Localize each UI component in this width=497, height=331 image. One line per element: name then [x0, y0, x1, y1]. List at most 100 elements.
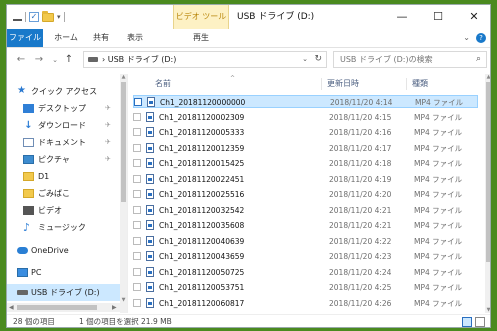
quick-access-toolbar: ✓ ▾ [13, 10, 65, 23]
tab-home[interactable]: ホーム [51, 29, 81, 47]
row-checkbox[interactable] [133, 174, 141, 183]
file-date: 2018/11/20 4:19 [329, 174, 392, 184]
back-button[interactable]: ← [15, 53, 27, 67]
scroll-down-arrow-icon[interactable]: ▼ [120, 297, 127, 303]
column-header-name[interactable]: 名前 [155, 74, 171, 94]
hscroll-thumb[interactable] [17, 305, 97, 310]
file-row[interactable]: Ch1_20181120060817 2018/11/20 4:26 MP4 ファイ… [133, 297, 478, 310]
tab-share[interactable]: 共有 [87, 29, 115, 47]
scroll-down-arrow-icon[interactable]: ▼ [485, 307, 490, 313]
file-type: MP4 ファイル [414, 221, 463, 230]
tab-file[interactable]: ファイル [7, 29, 43, 47]
scroll-up-arrow-icon[interactable]: ▲ [120, 74, 127, 80]
new-folder-icon[interactable] [42, 10, 54, 22]
address-bar[interactable]: › USB ドライブ (D:) ⌄ ↻ [83, 51, 327, 68]
nav-item-videos[interactable]: ビデオ [7, 202, 127, 219]
item-count: 28 個の項目 [13, 317, 55, 326]
scroll-left-arrow-icon[interactable]: ◀ [9, 303, 14, 312]
nav-item-label: ミュージック [38, 223, 86, 232]
file-row[interactable]: Ch1_20181120022451 2018/11/20 4:19 MP4 ファイ… [133, 173, 478, 186]
file-row[interactable]: Ch1_20181120012359 2018/11/20 4:17 MP4 ファイ… [133, 142, 478, 155]
nav-item-onedrive[interactable]: OneDrive [7, 242, 127, 259]
column-header-type[interactable]: 種類 [412, 74, 428, 94]
row-checkbox[interactable] [133, 283, 141, 291]
file-list: ^ 名前 更新日時 種類 Ch1_20181120000000 2018/11/2… [129, 74, 485, 313]
file-date: 2018/11/20 4:16 [329, 128, 392, 137]
file-row[interactable]: Ch1_20181120050725 2018/11/20 4:24 MP4 ファイ… [133, 266, 478, 279]
row-checkbox[interactable] [133, 252, 141, 260]
column-divider[interactable] [406, 78, 407, 90]
file-row[interactable]: Ch1_20181120005333 2018/11/20 4:16 MP4 ファイ… [133, 126, 478, 139]
row-checkbox[interactable] [133, 112, 141, 121]
row-checkbox[interactable] [133, 267, 141, 276]
row-checkbox[interactable] [134, 98, 142, 106]
nav-item-usb-drive[interactable]: USB ドライブ (D:) [7, 284, 127, 301]
mp4-file-icon [146, 235, 154, 246]
row-checkbox[interactable] [133, 190, 141, 198]
scroll-up-arrow-icon[interactable]: ▲ [485, 74, 490, 80]
file-row[interactable]: Ch1_20181120000000 2018/11/20 4:14 MP4 ファイ… [133, 95, 478, 108]
file-row[interactable]: Ch1_20181120053751 2018/11/20 4:25 MP4 ファイ… [133, 281, 478, 294]
close-button[interactable]: ✕ [456, 5, 490, 29]
file-row[interactable]: Ch1_20181120043659 2018/11/20 4:23 MP4 ファイ… [133, 250, 478, 263]
maximize-button[interactable]: ☐ [420, 5, 456, 29]
tab-play[interactable]: 再生 [185, 29, 217, 47]
nav-pane-hscrollbar[interactable]: ◀ ▶ [7, 303, 120, 312]
scroll-thumb[interactable] [486, 82, 490, 262]
nav-item-gomibako[interactable]: ごみばこ [7, 185, 127, 202]
file-list-scrollbar[interactable]: ▲ ▼ [485, 74, 490, 313]
file-row[interactable]: Ch1_20181120035608 2018/11/20 4:21 MP4 ファイ… [133, 219, 478, 232]
minimize-button[interactable]: — [384, 5, 420, 29]
file-name: Ch1_20181120000000 [160, 98, 246, 107]
nav-item-downloads[interactable]: ↓ ダウンロード ✈ [7, 117, 127, 134]
large-icons-view-button[interactable] [475, 317, 485, 327]
search-icon[interactable]: ⌕ [476, 52, 481, 67]
scroll-right-arrow-icon[interactable]: ▶ [112, 303, 117, 312]
row-checkbox[interactable] [133, 143, 141, 152]
row-checkbox[interactable] [133, 298, 141, 307]
nav-item-d1[interactable]: D1 [7, 168, 127, 185]
column-header-date[interactable]: 更新日時 [327, 74, 359, 94]
file-name: Ch1_20181120043659 [159, 252, 245, 261]
nav-item-pc[interactable]: PC [7, 264, 127, 281]
row-checkbox[interactable] [133, 159, 141, 167]
properties-check-icon[interactable]: ✓ [29, 12, 39, 22]
column-divider[interactable] [321, 78, 322, 90]
address-path[interactable]: › USB ドライブ (D:) [102, 52, 176, 67]
row-checkbox[interactable] [133, 128, 141, 136]
file-row[interactable]: Ch1_20181120015425 2018/11/20 4:18 MP4 ファイ… [133, 157, 478, 170]
address-dropdown-icon[interactable]: ⌄ [302, 52, 308, 67]
nav-item-pictures[interactable]: ピクチャ ✈ [7, 151, 127, 168]
nav-item-desktop[interactable]: デスクトップ ✈ [7, 100, 127, 117]
pin-icon: ✈ [105, 121, 111, 129]
tab-view[interactable]: 表示 [121, 29, 149, 47]
nav-pane-scrollbar[interactable]: ▲ ▼ [120, 74, 127, 313]
window-menu-icon[interactable] [13, 19, 22, 21]
details-view-button[interactable] [462, 317, 472, 327]
file-row[interactable]: Ch1_20181120040639 2018/11/20 4:22 MP4 ファイ… [133, 235, 478, 248]
help-icon[interactable]: ? [476, 33, 486, 43]
search-input[interactable] [334, 52, 470, 67]
recent-locations-icon[interactable]: ⌄ [49, 53, 61, 67]
file-row[interactable]: Ch1_20181120002309 2018/11/20 4:15 MP4 ファイ… [133, 111, 478, 124]
window-title: USB ドライブ (D:) [237, 12, 315, 22]
file-row[interactable]: Ch1_20181120025516 2018/11/20 4:20 MP4 ファイ… [133, 188, 478, 201]
ribbon-expand-chevron-icon[interactable]: ⌄ [463, 29, 470, 47]
address-toolbar: ← → ⌄ ↑ › USB ドライブ (D:) ⌄ ↻ ⌕ [7, 48, 490, 72]
file-type: MP4 ファイル [415, 98, 464, 107]
customize-toolbar-chevron-icon[interactable]: ▾ [57, 13, 61, 21]
video-icon [23, 206, 34, 215]
search-box[interactable]: ⌕ [333, 51, 487, 68]
scroll-thumb[interactable] [121, 82, 126, 202]
up-button[interactable]: ↑ [63, 53, 75, 67]
row-checkbox[interactable] [133, 221, 141, 229]
nav-item-music[interactable]: ♪ ミュージック [7, 219, 127, 236]
row-checkbox[interactable] [133, 236, 141, 245]
row-checkbox[interactable] [133, 205, 141, 214]
refresh-icon[interactable]: ↻ [314, 52, 322, 67]
forward-button[interactable]: → [33, 53, 45, 67]
nav-item-quick-access[interactable]: ★ クイック アクセス [7, 83, 127, 100]
nav-item-documents[interactable]: ドキュメント ✈ [7, 134, 127, 151]
file-row[interactable]: Ch1_20181120032542 2018/11/20 4:21 MP4 ファイ… [133, 204, 478, 217]
usb-drive-icon [88, 57, 98, 62]
